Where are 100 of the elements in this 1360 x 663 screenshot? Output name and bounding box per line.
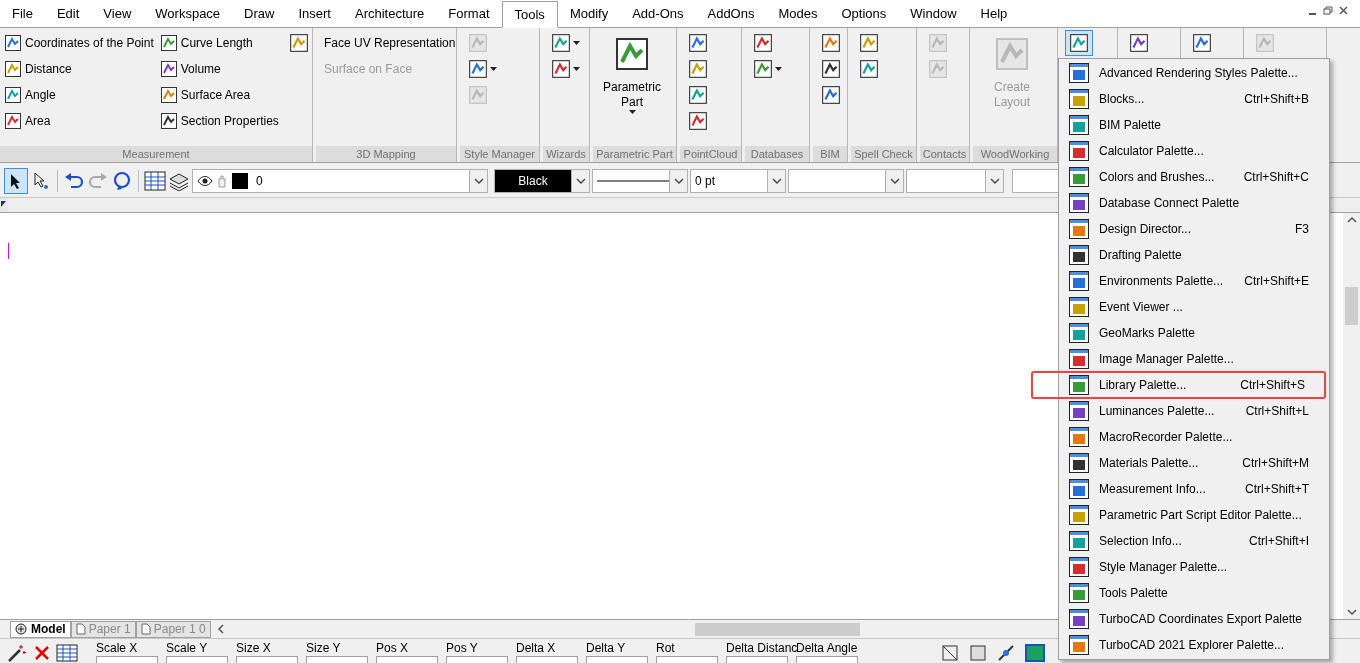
- menu-item[interactable]: Database Connect Palette: [1059, 190, 1329, 216]
- menu-tab[interactable]: Draw: [232, 0, 287, 27]
- group-label: 3D Mapping: [316, 146, 456, 162]
- ribbon-button[interactable]: Distance: [4, 56, 72, 82]
- group-label: WoodWorking: [973, 146, 1057, 162]
- ribbon-button[interactable]: Surface Area: [159, 82, 251, 108]
- ribbon-button[interactable]: Angle: [4, 82, 56, 108]
- scrollbar-thumb[interactable]: [1345, 287, 1358, 325]
- field-label: Size Y: [306, 640, 342, 656]
- menu-item[interactable]: Drafting Palette: [1059, 242, 1329, 268]
- menu-item[interactable]: Style Manager Palette...: [1059, 554, 1329, 580]
- scroll-left-icon[interactable]: [216, 624, 225, 634]
- tool-icon[interactable]: [753, 59, 773, 79]
- menu-tab[interactable]: Window: [898, 0, 969, 27]
- menu-item[interactable]: Image Manager Palette...: [1059, 346, 1329, 372]
- menu-item[interactable]: TurboCAD 2021 Explorer Palette...: [1059, 632, 1329, 658]
- palette-window-icon: [1069, 427, 1089, 447]
- ribbon-button[interactable]: Volume: [159, 56, 221, 82]
- pointer-icon: [10, 172, 22, 189]
- palette-window-icon: [1069, 453, 1089, 473]
- tool-icon[interactable]: [468, 59, 488, 79]
- menu-tab[interactable]: Modes: [766, 0, 830, 27]
- select-tool[interactable]: [4, 167, 28, 194]
- layer-dropdown[interactable]: 0: [192, 168, 488, 193]
- menu-item[interactable]: Selection Info... Ctrl+Shift+I: [1059, 528, 1329, 554]
- menu-tab[interactable]: Tools: [501, 1, 558, 28]
- menu-tab[interactable]: AddOns: [695, 0, 767, 27]
- undo-icon[interactable]: [63, 171, 85, 190]
- eye-icon[interactable]: [197, 174, 213, 187]
- line-style-dropdown[interactable]: [592, 168, 688, 193]
- ribbon-button[interactable]: Coordinates of the Point: [4, 30, 154, 56]
- menu-item[interactable]: Advanced Rendering Styles Palette...: [1059, 60, 1329, 86]
- menu-item[interactable]: Environments Palette... Ctrl+Shift+E: [1059, 268, 1329, 294]
- wand-icon[interactable]: [6, 643, 28, 663]
- menu-tab[interactable]: Options: [829, 0, 899, 27]
- menu-item[interactable]: Materials Palette... Ctrl+Shift+M: [1059, 450, 1329, 476]
- menu-item[interactable]: Parametric Part Script Editor Palette...: [1059, 502, 1329, 528]
- menu-tab[interactable]: Modify: [557, 0, 621, 27]
- palette-window-icon: [1069, 245, 1089, 265]
- ribbon-button[interactable]: Curve Length: [159, 30, 253, 56]
- field-label: Delta X: [516, 640, 557, 656]
- page-icon: [75, 623, 86, 635]
- menu-tab[interactable]: Add-Ons: [620, 0, 696, 27]
- menu-item[interactable]: TurboCAD Coordinates Export Palette: [1059, 606, 1329, 632]
- palette-window-icon: [1069, 401, 1089, 421]
- menu-item[interactable]: BIM Palette: [1059, 112, 1329, 138]
- menu-item[interactable]: Library Palette... Ctrl+Shift+S: [1032, 372, 1325, 398]
- menu-item[interactable]: Blocks... Ctrl+Shift+B: [1059, 86, 1329, 112]
- menu-item[interactable]: MacroRecorder Palette...: [1059, 424, 1329, 450]
- menu-item[interactable]: Design Director... F3: [1059, 216, 1329, 242]
- menu-tab[interactable]: Help: [968, 0, 1020, 27]
- delete-icon[interactable]: [34, 645, 50, 661]
- ribbon-button[interactable]: Area: [4, 108, 51, 134]
- tool-icon[interactable]: [551, 59, 571, 79]
- group-label: Style Manager: [460, 146, 539, 162]
- table-icon[interactable]: [144, 170, 166, 191]
- menu-tab[interactable]: Format: [436, 0, 502, 27]
- caret-icon: [628, 110, 636, 114]
- field-label: Rot: [656, 640, 676, 656]
- group-label: Wizards: [543, 146, 589, 162]
- menu-item[interactable]: Tools Palette: [1059, 580, 1329, 606]
- tool-icon[interactable]: [614, 36, 650, 72]
- ribbon-button[interactable]: Face UV Representation: [320, 30, 456, 56]
- menu-item[interactable]: Colors and Brushes... Ctrl+Shift+C: [1059, 164, 1329, 190]
- menu-tab[interactable]: Workspace: [143, 0, 233, 27]
- palette-window-icon: [1069, 479, 1089, 499]
- palette-window-icon: [1069, 89, 1089, 109]
- menu-item[interactable]: Calculator Palette...: [1059, 138, 1329, 164]
- field-label: Delta Angle: [796, 640, 859, 656]
- menu-item[interactable]: Measurement Info... Ctrl+Shift+T: [1059, 476, 1329, 502]
- menu-tab[interactable]: Edit: [44, 0, 92, 27]
- palette-window-icon: [1069, 193, 1089, 213]
- menu-item[interactable]: Event Viewer ...: [1059, 294, 1329, 320]
- field-label: Delta Distanc: [726, 640, 796, 656]
- layer-name: 0: [256, 172, 263, 190]
- line-width-dropdown[interactable]: 0 pt: [690, 168, 786, 193]
- color-dropdown[interactable]: Black: [494, 168, 590, 193]
- menu-item[interactable]: Luminances Palette... Ctrl+Shift+L: [1059, 398, 1329, 424]
- palette-window-icon: [1069, 635, 1089, 655]
- scroll-down-icon[interactable]: [1346, 609, 1357, 615]
- scroll-up-icon[interactable]: [1346, 217, 1357, 223]
- sheet-tab[interactable]: Model: [10, 620, 71, 638]
- table-icon[interactable]: [56, 644, 78, 662]
- scrollbar-thumb[interactable]: [694, 622, 860, 636]
- palette-window-icon: [1069, 609, 1089, 629]
- repeat-icon[interactable]: [111, 170, 133, 191]
- snap-icon[interactable]: [1024, 643, 1046, 663]
- menu-tab[interactable]: View: [91, 0, 144, 27]
- ribbon-button[interactable]: Section Properties: [159, 108, 279, 134]
- menu-tab[interactable]: Insert: [286, 0, 343, 27]
- menu-item[interactable]: GeoMarks Palette: [1059, 320, 1329, 346]
- menu-tab[interactable]: File: [0, 0, 45, 27]
- tool-icon[interactable]: [551, 33, 571, 53]
- close-icon[interactable]: [1339, 6, 1348, 15]
- group-label: Measurement: [0, 146, 312, 162]
- color-swatch: [232, 172, 248, 189]
- field-label: Pos X: [376, 640, 409, 656]
- restore-icon[interactable]: [1323, 6, 1333, 15]
- ribbon-large-button[interactable]: Parametric Part: [597, 30, 667, 114]
- menu-tab[interactable]: Architecture: [342, 0, 437, 27]
